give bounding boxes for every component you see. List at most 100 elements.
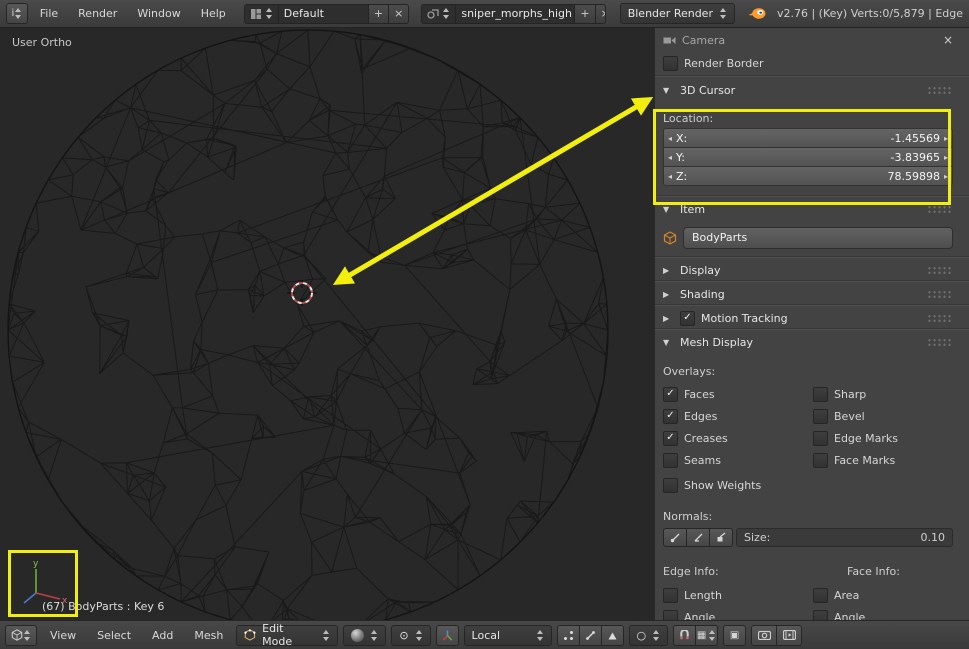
panel-grip-handle[interactable] <box>927 313 953 323</box>
render-border-checkbox[interactable] <box>663 55 678 71</box>
pivot-point-dropdown[interactable]: ⊙ <box>391 624 431 646</box>
item-panel-header[interactable]: ▼ Item <box>663 200 953 218</box>
camera-panel-header[interactable]: Camera × <box>663 31 953 49</box>
screen-layout-delete-button[interactable]: × <box>389 4 409 23</box>
select-mode-group <box>556 624 624 646</box>
creases-checkbox[interactable]: ✓ <box>663 430 678 446</box>
shading-panel-header[interactable]: ▶ Shading <box>663 285 953 303</box>
display-panel-header[interactable]: ▶ Display <box>663 261 953 279</box>
info-editor-type-button[interactable]: i <box>6 3 28 24</box>
opengl-render-button[interactable] <box>751 624 778 646</box>
faces-label: Faces <box>684 387 715 401</box>
edges-checkbox[interactable]: ✓ <box>663 408 678 424</box>
normals-label: Normals: <box>663 509 713 523</box>
motion-tracking-checkbox[interactable]: ✓ <box>680 310 695 326</box>
stepper-left-icon[interactable]: ◂ <box>668 172 672 181</box>
screen-layout-browse-button[interactable] <box>245 4 279 23</box>
bevel-checkbox[interactable] <box>813 408 828 424</box>
dropdown-arrows-icon <box>23 629 31 641</box>
edge-select-button[interactable] <box>579 624 602 646</box>
transform-orientation-dropdown[interactable]: Local <box>463 624 552 646</box>
panel-separator <box>655 75 969 76</box>
screen-layout-name-field[interactable]: Default <box>279 4 369 23</box>
dropdown-arrows-icon <box>708 629 716 641</box>
sharp-row: Sharp <box>813 385 953 403</box>
screen-layout-icon <box>250 8 261 19</box>
menu-select[interactable]: Select <box>89 626 139 645</box>
stepper-right-icon[interactable]: ▸ <box>944 172 948 181</box>
snap-element-dropdown[interactable]: ▦ <box>696 624 719 646</box>
blender-window: i File Render Window Help Default + × sn… <box>0 0 969 649</box>
scene-name-field[interactable]: sniper_morphs_high <box>456 4 576 23</box>
edge-marks-row: Edge Marks <box>813 429 953 447</box>
face-marks-checkbox[interactable] <box>813 452 828 468</box>
dropdown-arrows-icon <box>370 629 378 641</box>
face-info-label: Face Info: <box>847 564 900 578</box>
dropdown-arrows-icon <box>536 629 544 641</box>
manipulator-toggle-button[interactable] <box>435 624 459 646</box>
scene-icon <box>427 8 439 19</box>
loose-edge-normals-toggle[interactable] <box>687 528 710 547</box>
menu-file[interactable]: File <box>32 4 66 23</box>
viewport-3d[interactable]: y x User Ortho (67) BodyParts : Key 6 <box>0 27 656 621</box>
motion-tracking-title: Motion Tracking <box>701 311 788 325</box>
camera-panel-close-button[interactable]: × <box>943 33 953 47</box>
screen-layout-add-button[interactable]: + <box>368 4 390 23</box>
mesh-display-panel-header[interactable]: ▼ Mesh Display <box>663 333 953 351</box>
render-engine-dropdown[interactable]: Blender Render <box>619 3 735 24</box>
show-weights-checkbox[interactable] <box>663 477 678 493</box>
check-icon: ✓ <box>666 388 675 399</box>
cursor-z-field[interactable]: ◂ Z: 78.59898 ▸ <box>663 166 953 186</box>
snap-toggle-button[interactable] <box>673 624 697 646</box>
face-area-label: Area <box>834 588 860 602</box>
object-name-field[interactable]: BodyParts <box>683 226 953 249</box>
panel-grip-handle[interactable] <box>927 204 953 214</box>
edge-marks-checkbox[interactable] <box>813 430 828 446</box>
vertex-select-button[interactable] <box>556 624 580 646</box>
face-area-checkbox[interactable] <box>813 587 828 603</box>
edge-length-checkbox[interactable] <box>663 587 678 603</box>
stepper-left-icon[interactable]: ◂ <box>668 153 672 162</box>
item-panel-title: Item <box>680 202 706 216</box>
panel-grip-handle[interactable] <box>927 85 953 95</box>
panel-grip-handle[interactable] <box>927 289 953 299</box>
menu-help[interactable]: Help <box>193 4 234 23</box>
scene-add-button[interactable]: + <box>575 4 596 23</box>
panel-grip-handle[interactable] <box>927 337 953 347</box>
occlude-geometry-toggle[interactable]: ▣ <box>723 624 747 646</box>
viewport-shading-dropdown[interactable] <box>343 624 387 646</box>
menu-view[interactable]: View <box>42 626 84 645</box>
cursor-y-field[interactable]: ◂ Y: -3.83965 ▸ <box>663 147 953 167</box>
scene-delete-button[interactable]: × <box>595 4 605 23</box>
vertex-normals-toggle[interactable] <box>663 528 687 547</box>
normals-size-slider[interactable]: Size: 0.10 <box>736 528 953 547</box>
seams-checkbox[interactable] <box>663 452 678 468</box>
mode-dropdown[interactable]: Edit Mode <box>236 622 339 648</box>
cursor-x-field[interactable]: ◂ X: -1.45569 ▸ <box>663 128 953 148</box>
face-info-label-row: Face Info: <box>847 564 967 578</box>
panel-grip-handle[interactable] <box>927 265 953 275</box>
edge-info-label: Edge Info: <box>663 564 719 578</box>
stepper-right-icon[interactable]: ▸ <box>944 134 948 143</box>
motion-tracking-panel-header[interactable]: ▶ ✓ Motion Tracking <box>663 309 953 327</box>
sharp-checkbox[interactable] <box>813 386 828 402</box>
viewport-editor-type-button[interactable] <box>5 624 37 646</box>
opengl-render-anim-button[interactable] <box>777 624 803 646</box>
menu-mesh[interactable]: Mesh <box>186 626 231 645</box>
panel-separator <box>655 304 969 305</box>
proportional-edit-dropdown[interactable]: ○ <box>628 624 669 646</box>
menu-render[interactable]: Render <box>70 4 125 23</box>
edge-info-label-row: Edge Info: <box>663 564 803 578</box>
stats-text: v2.76 | (Key) Verts:0/5,879 | Edge <box>776 7 963 20</box>
menu-add[interactable]: Add <box>144 626 181 645</box>
face-normals-toggle[interactable] <box>710 528 733 547</box>
stepper-right-icon[interactable]: ▸ <box>944 153 948 162</box>
scene-browse-button[interactable] <box>422 4 457 23</box>
menu-window[interactable]: Window <box>129 4 188 23</box>
stepper-left-icon[interactable]: ◂ <box>668 134 672 143</box>
panel-separator <box>655 328 969 329</box>
face-select-button[interactable] <box>601 624 624 646</box>
cursor-panel-header[interactable]: ▼ 3D Cursor <box>663 81 953 99</box>
faces-checkbox[interactable]: ✓ <box>663 386 678 402</box>
orientation-label: Local <box>471 628 501 642</box>
